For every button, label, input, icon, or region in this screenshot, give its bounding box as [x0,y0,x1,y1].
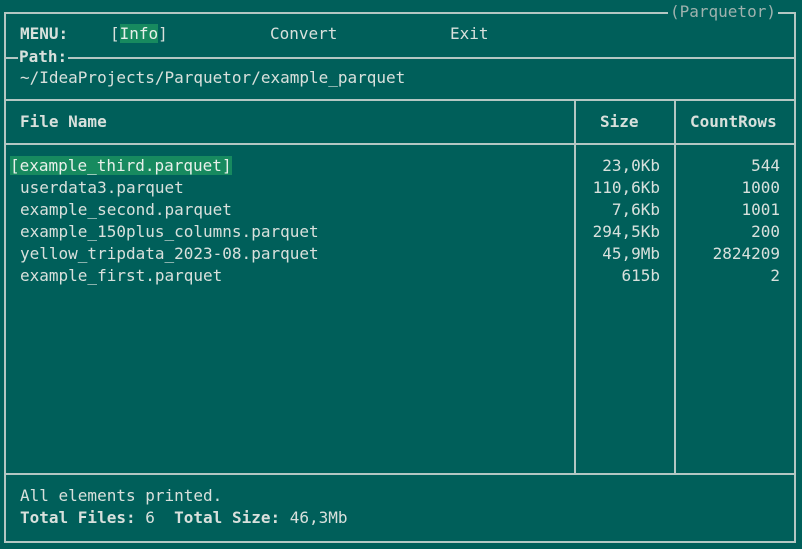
status-totals: Total Files: 6 Total Size: 46,3Mb [20,508,348,528]
row-size: 23,0Kb [602,156,660,175]
table-bottom-border [4,473,796,475]
row-size: 7,6Kb [611,200,660,219]
row-count: 1000 [741,178,780,197]
row-name: [example_third.parquet] [10,156,232,175]
row-size: 110,6Kb [592,178,660,197]
total-files-value: 6 [145,508,155,527]
app-title: (Parquetor) [668,2,778,21]
row-count: 1001 [741,200,780,219]
menu-item-info-label: Info [119,24,159,43]
table-row-name[interactable]: userdata3.parquet [20,178,184,198]
column-header-size[interactable]: Size [600,112,639,132]
path-label: Path: [18,47,69,66]
menu-item-exit[interactable]: Exit [450,24,489,44]
column-header-file-name[interactable]: File Name [20,112,107,132]
table-row-name[interactable]: yellow_tripdata_2023-08.parquet [20,244,319,264]
row-count: 2824209 [712,244,780,263]
terminal-screen: (Parquetor) MENU: [Info] Convert Exit Pa… [0,0,802,549]
path-divider [4,57,796,59]
row-count: 200 [751,222,780,241]
table-row-name[interactable]: example_first.parquet [20,266,222,286]
path-value: ~/IdeaProjects/Parquetor/example_parquet [20,68,406,87]
table-header-divider [4,143,796,145]
row-size: 294,5Kb [592,222,660,241]
total-size-label: Total Size: [174,508,281,527]
table-row-name[interactable]: example_150plus_columns.parquet [20,222,319,242]
total-size-value: 46,3Mb [289,508,348,527]
status-message: All elements printed. [20,486,223,505]
row-size: 45,9Mb [602,244,660,263]
row-count: 2 [770,266,780,285]
row-size: 615b [621,266,660,285]
menu-item-info[interactable]: [Info] [110,24,168,44]
table-row-name[interactable]: example_second.parquet [20,200,232,220]
row-count: 544 [751,156,780,175]
table-row-selected[interactable]: [example_third.parquet] [10,156,232,176]
table-top-border [4,99,796,101]
menu-item-convert[interactable]: Convert [270,24,337,44]
menu-label: MENU: [20,24,69,43]
column-header-count-rows[interactable]: CountRows [690,112,777,132]
total-files-label: Total Files: [20,508,136,527]
